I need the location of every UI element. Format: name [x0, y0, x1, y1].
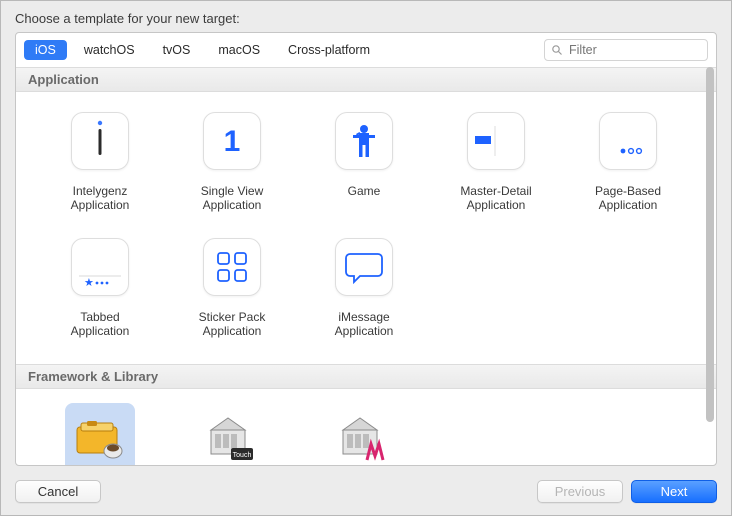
- platform-tab-tvos[interactable]: tvOS: [152, 40, 202, 60]
- scroll-thumb[interactable]: [706, 67, 714, 422]
- platform-tab-ios[interactable]: iOS: [24, 40, 67, 60]
- template-label: Sticker PackApplication: [195, 308, 270, 340]
- section-header-application: Application: [16, 67, 716, 92]
- template-metal-library[interactable]: Metal Library: [298, 399, 430, 465]
- master-detail-icon: [475, 126, 517, 156]
- svg-text:Touch: Touch: [233, 452, 252, 459]
- template-scroll-area: Application IntelygenzApplication 1: [16, 67, 716, 465]
- template-label: IntelygenzApplication: [67, 182, 134, 214]
- template-cocoa-touch-framework[interactable]: Cocoa TouchFramework: [34, 399, 166, 465]
- template-chooser-window: Choose a template for your new target: i…: [0, 0, 732, 516]
- metal-library-icon: [337, 412, 391, 464]
- template-cocoa-touch-static-library[interactable]: Touch Cocoa TouchStatic Library: [166, 399, 298, 465]
- filter-icon: [551, 44, 563, 56]
- single-view-icon: 1: [217, 121, 247, 161]
- template-tabbed-application[interactable]: ★ TabbedApplication: [34, 228, 166, 344]
- template-intelygenz-application[interactable]: IntelygenzApplication: [34, 102, 166, 218]
- sticker-pack-icon: [215, 250, 249, 284]
- cocoa-touch-static-icon: Touch: [205, 412, 259, 464]
- previous-button[interactable]: Previous: [537, 480, 623, 503]
- template-label: TabbedApplication: [67, 308, 134, 340]
- filter-input[interactable]: [567, 42, 701, 58]
- next-button[interactable]: Next: [631, 480, 717, 503]
- filter-search-field[interactable]: [544, 39, 708, 61]
- template-label: Single ViewApplication: [197, 182, 267, 214]
- imessage-icon: [345, 250, 383, 284]
- template-label: Master-DetailApplication: [456, 182, 535, 214]
- page-based-icon: [607, 123, 649, 159]
- platform-segmented-control: iOS watchOS tvOS macOS Cross-platform: [24, 40, 381, 60]
- platform-tab-macos[interactable]: macOS: [207, 40, 271, 60]
- template-label: Page-BasedApplication: [591, 182, 665, 214]
- platform-tab-crossplatform[interactable]: Cross-platform: [277, 40, 381, 60]
- svg-text:1: 1: [224, 125, 241, 158]
- intelygenz-icon: [85, 119, 115, 163]
- tabbed-icon: ★: [77, 244, 123, 290]
- application-grid: IntelygenzApplication 1 Single ViewAppli…: [16, 92, 716, 364]
- cancel-button[interactable]: Cancel: [15, 480, 101, 503]
- svg-text:★: ★: [84, 277, 94, 289]
- template-master-detail-application[interactable]: Master-DetailApplication: [430, 102, 562, 218]
- template-label: iMessageApplication: [331, 308, 398, 340]
- framework-grid: Cocoa TouchFramework Touch: [16, 389, 716, 465]
- dialog-title: Choose a template for your new target:: [1, 1, 731, 32]
- template-single-view-application[interactable]: 1 Single ViewApplication: [166, 102, 298, 218]
- template-page-based-application[interactable]: Page-BasedApplication: [562, 102, 694, 218]
- vertical-scrollbar[interactable]: [706, 67, 714, 461]
- template-game[interactable]: Game: [298, 102, 430, 218]
- section-header-framework: Framework & Library: [16, 364, 716, 389]
- template-label: Game: [344, 182, 385, 200]
- game-icon: [347, 121, 381, 161]
- cocoa-touch-framework-icon: [73, 413, 127, 463]
- template-imessage-application[interactable]: iMessageApplication: [298, 228, 430, 344]
- platform-tab-bar: iOS watchOS tvOS macOS Cross-platform: [16, 33, 716, 67]
- dialog-footer: Cancel Previous Next: [1, 472, 731, 515]
- platform-tab-watchos[interactable]: watchOS: [73, 40, 146, 60]
- template-panel: iOS watchOS tvOS macOS Cross-platform Ap…: [15, 32, 717, 466]
- template-sticker-pack-application[interactable]: Sticker PackApplication: [166, 228, 298, 344]
